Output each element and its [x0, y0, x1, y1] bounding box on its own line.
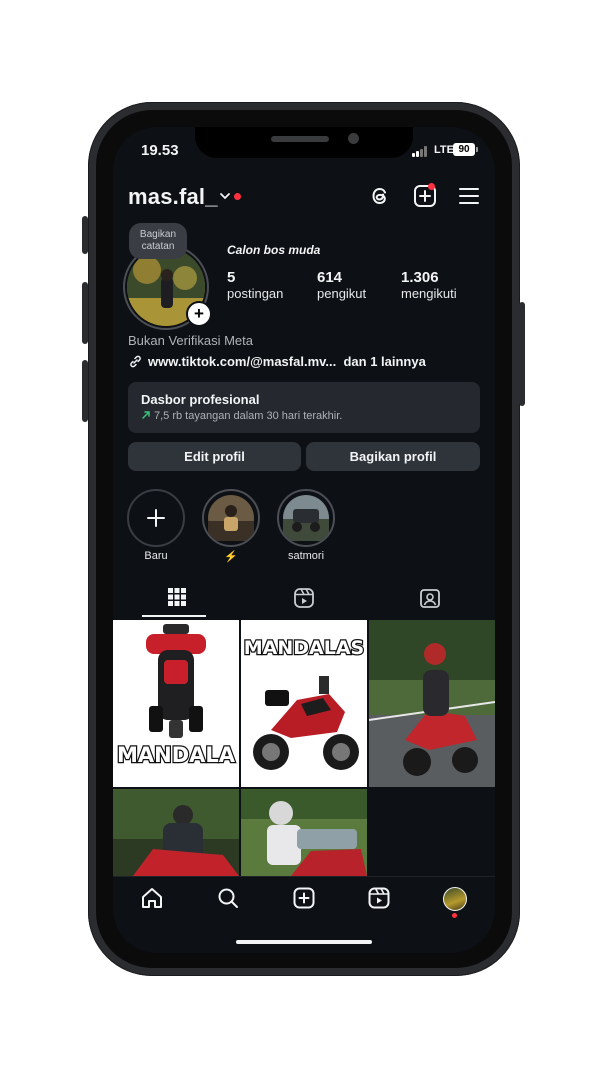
profile-nav-avatar[interactable] [443, 887, 467, 911]
battery-level: 90 [453, 143, 475, 156]
volume-down-button [82, 360, 88, 422]
mute-switch [82, 216, 88, 254]
highlight-label: ⚡ [224, 551, 238, 563]
add-story-button[interactable]: + [186, 301, 212, 327]
chevron-down-icon[interactable] [219, 191, 231, 201]
profile-name: Calon bos muda [227, 243, 321, 257]
battery-tip [476, 147, 478, 152]
profile-notification-dot [452, 913, 457, 918]
stat-followers[interactable]: 614 pengikut [317, 269, 366, 301]
bio-link-row[interactable]: www.tiktok.com/@masfal.mv... dan 1 lainn… [128, 354, 426, 369]
highlight-label: Baru [144, 550, 168, 562]
grid-icon[interactable] [167, 587, 187, 607]
stat-label: postingan [227, 286, 284, 301]
home-indicator[interactable] [236, 940, 372, 944]
stat-value: 614 [317, 269, 343, 286]
post-thumbnail[interactable] [369, 620, 495, 787]
volume-up-button [82, 282, 88, 344]
power-button [519, 302, 525, 406]
screen: 19.53 LTE 90 mas.fal_ + Bagikan catatan … [113, 127, 495, 953]
post-thumbnail[interactable] [113, 789, 239, 876]
stat-following[interactable]: 1.306 mengikuti [401, 269, 457, 301]
edit-profile-button[interactable]: Edit profil [128, 442, 301, 471]
post-thumbnail[interactable]: MANDALA [113, 620, 239, 787]
highlight-1[interactable] [202, 489, 260, 547]
note-bubble[interactable]: Bagikan catatan [129, 223, 187, 259]
bio-link[interactable]: www.tiktok.com/@masfal.mv... [148, 354, 336, 369]
stat-posts[interactable]: 5 postingan [227, 269, 283, 301]
speaker [271, 136, 329, 142]
share-profile-button[interactable]: Bagikan profil [306, 442, 480, 471]
bio-link-more[interactable]: dan 1 lainnya [343, 354, 425, 369]
stat-value: 5 [227, 269, 236, 286]
dashboard-subtitle-row: 7,5 rb tayangan dalam 30 hari terakhir. [141, 410, 342, 422]
tagged-icon[interactable] [419, 587, 441, 609]
create-notification-dot [428, 183, 435, 190]
professional-dashboard[interactable]: Dasbor profesional 7,5 rb tayangan dalam… [128, 382, 480, 433]
plus-icon [147, 509, 165, 527]
dashboard-title: Dasbor profesional [141, 392, 260, 407]
link-icon [130, 355, 141, 368]
highlight-2[interactable] [277, 489, 335, 547]
reels-nav-icon[interactable] [367, 886, 391, 910]
home-icon[interactable] [140, 886, 164, 910]
new-post-icon[interactable] [292, 886, 316, 910]
post-thumbnail[interactable]: MANDALAS [241, 620, 367, 787]
meta-verified-label[interactable]: Bukan Verifikasi Meta [128, 333, 253, 348]
network-type: LTE [434, 144, 454, 156]
account-switcher[interactable]: mas.fal_ [128, 184, 218, 210]
stat-label: pengikut [317, 286, 367, 301]
reels-icon[interactable] [293, 587, 315, 609]
notification-dot [234, 193, 241, 200]
post-thumbnail[interactable] [241, 789, 367, 876]
highlight-label: satmori [287, 550, 325, 562]
signal-icon [412, 146, 430, 157]
status-time: 19.53 [141, 142, 179, 159]
trend-up-icon [142, 411, 150, 419]
username: mas.fal_ [128, 184, 218, 209]
search-icon[interactable] [216, 886, 240, 910]
active-tab-indicator [142, 615, 206, 617]
new-highlight-button[interactable] [127, 489, 185, 547]
sticker-text: MANDALAS [244, 637, 365, 659]
dashboard-subtitle: 7,5 rb tayangan dalam 30 hari terakhir. [154, 410, 343, 422]
sticker-text: MANDALA [117, 743, 236, 767]
stat-value: 1.306 [401, 269, 439, 286]
menu-icon[interactable] [456, 183, 482, 209]
stat-label: mengikuti [401, 286, 457, 301]
threads-icon[interactable] [367, 183, 393, 209]
notch [195, 127, 413, 158]
front-camera [348, 133, 359, 144]
